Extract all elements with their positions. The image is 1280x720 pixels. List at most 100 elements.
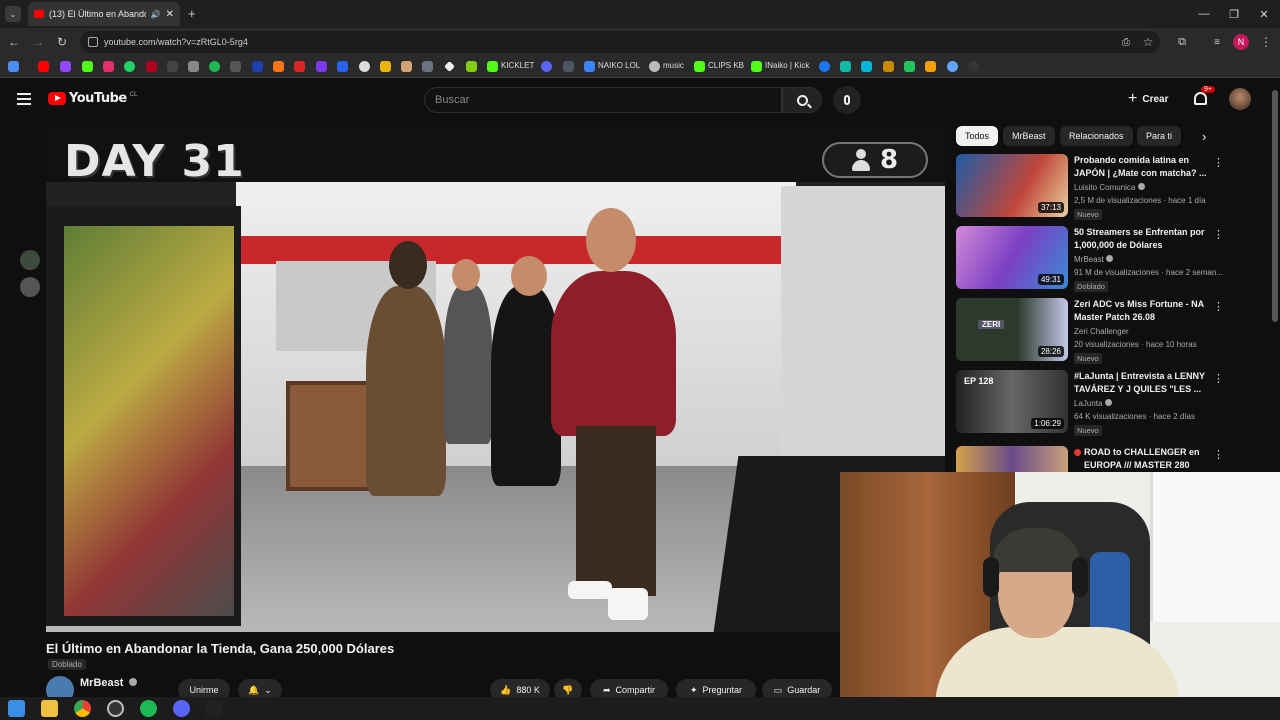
tab-close-icon[interactable]: ✕ bbox=[166, 9, 174, 20]
voice-search-button[interactable] bbox=[833, 86, 861, 114]
obs-icon[interactable] bbox=[107, 700, 124, 717]
windows-start-icon[interactable] bbox=[8, 700, 25, 717]
recommendation-title[interactable]: 50 Streamers se Enfrentan por 1,000,000 … bbox=[1074, 226, 1208, 252]
bookmark-discord-icon[interactable] bbox=[541, 61, 552, 72]
close-window-button[interactable]: ✕ bbox=[1248, 0, 1280, 28]
bookmark-kicklet-icon[interactable] bbox=[487, 61, 498, 72]
video-player[interactable]: DAY 31 8 bbox=[46, 126, 945, 632]
site-info-icon[interactable] bbox=[88, 37, 98, 47]
recommendation-title[interactable]: ROAD to CHALLENGER en EUROPA /// MASTER … bbox=[1074, 446, 1208, 472]
bookmark-red2-icon[interactable] bbox=[294, 61, 305, 72]
channel-name[interactable]: MrBeast bbox=[80, 677, 138, 689]
guide-menu-icon[interactable] bbox=[17, 93, 31, 105]
bookmark-orange-icon[interactable] bbox=[273, 61, 284, 72]
bookmark-naiko-lol[interactable]: NAIKO LOL bbox=[598, 61, 640, 70]
profile-avatar[interactable]: N bbox=[1233, 34, 1249, 50]
more-options-icon[interactable]: ⋮ bbox=[1213, 228, 1224, 241]
chip-mrbeast[interactable]: MrBeast bbox=[1003, 126, 1055, 146]
forward-button[interactable]: → bbox=[30, 34, 46, 50]
file-explorer-icon[interactable] bbox=[41, 700, 58, 717]
recommendation-channel[interactable]: Luisito Comunica bbox=[1074, 183, 1145, 192]
more-options-icon[interactable]: ⋮ bbox=[1213, 372, 1224, 385]
discord-icon[interactable] bbox=[173, 700, 190, 717]
bookmark-diamond-icon[interactable] bbox=[444, 61, 455, 72]
recommendation-item[interactable]: ROAD to CHALLENGER en EUROPA /// MASTER … bbox=[956, 446, 1224, 472]
bookmark-u-icon[interactable] bbox=[925, 61, 936, 72]
recommendation-item[interactable]: 49:31 50 Streamers se Enfrentan por 1,00… bbox=[956, 226, 1224, 292]
restore-button[interactable]: ❐ bbox=[1218, 0, 1250, 28]
account-avatar[interactable] bbox=[1229, 88, 1251, 110]
tab-list-button[interactable]: ⌄ bbox=[5, 6, 21, 22]
bookmark-inaiko-kick[interactable]: INaiko | Kick bbox=[765, 61, 809, 70]
chrome-icon[interactable] bbox=[74, 700, 91, 717]
video-thumbnail[interactable]: EP 128 1:06:29 bbox=[956, 370, 1068, 433]
bookmark-inaiko-icon[interactable] bbox=[751, 61, 762, 72]
app-icon[interactable] bbox=[206, 700, 223, 717]
back-button[interactable]: ← bbox=[6, 34, 22, 50]
notifications-button[interactable]: 9+ bbox=[1192, 86, 1215, 110]
new-tab-button[interactable]: + bbox=[188, 6, 196, 21]
minimize-button[interactable]: — bbox=[1188, 0, 1220, 28]
floating-avatar[interactable] bbox=[20, 250, 40, 270]
create-button[interactable]: + Crear bbox=[1128, 88, 1168, 110]
more-options-icon[interactable]: ⋮ bbox=[1213, 448, 1224, 461]
recommendation-channel[interactable]: LaJunta bbox=[1074, 399, 1112, 408]
bookmark-facebook-icon[interactable] bbox=[819, 61, 830, 72]
chip-for-you[interactable]: Para ti bbox=[1137, 126, 1182, 146]
bookmark-naiko-icon[interactable] bbox=[584, 61, 595, 72]
floating-avatar[interactable] bbox=[20, 277, 40, 297]
bookmark-twitch-icon[interactable] bbox=[60, 61, 71, 72]
url-field[interactable]: youtube.com/watch?v=zRtGL0-5rg4 bbox=[80, 31, 1160, 53]
recommendation-title[interactable]: Zeri ADC vs Miss Fortune - NA Master Pat… bbox=[1074, 298, 1208, 324]
install-app-icon[interactable]: ⎙ bbox=[1118, 34, 1134, 50]
bookmark-s-icon[interactable] bbox=[230, 61, 241, 72]
bookmark-youtube-icon[interactable] bbox=[38, 61, 49, 72]
bookmark-kick-icon[interactable] bbox=[82, 61, 93, 72]
bookmark-spotify-icon[interactable] bbox=[209, 61, 220, 72]
apps-grid-icon[interactable] bbox=[8, 61, 19, 72]
page-scrollbar[interactable] bbox=[1272, 90, 1278, 322]
bookmark-yellow-icon[interactable] bbox=[380, 61, 391, 72]
bookmark-globe-icon[interactable] bbox=[359, 61, 370, 72]
bookmark-star-icon[interactable]: ☆ bbox=[1140, 34, 1156, 50]
bookmark-whatsapp-icon[interactable] bbox=[124, 61, 135, 72]
bookmark-gray-icon[interactable] bbox=[422, 61, 433, 72]
bookmark-cat-icon[interactable] bbox=[401, 61, 412, 72]
bookmark-purple-icon[interactable] bbox=[316, 61, 327, 72]
tab-youtube-video[interactable]: (13) El Último en Abandonar 🔊 ✕ bbox=[28, 2, 180, 26]
browser-menu-icon[interactable]: ⋮ bbox=[1258, 34, 1274, 50]
recommendation-item[interactable]: EP 128 1:06:29 #LaJunta | Entrevista a L… bbox=[956, 370, 1224, 436]
bookmark-instagram-icon[interactable] bbox=[103, 61, 114, 72]
bookmark-x-icon[interactable] bbox=[167, 61, 178, 72]
video-thumbnail[interactable]: 37:13 bbox=[956, 154, 1068, 217]
bookmark-kicklet[interactable]: KICKLET bbox=[501, 61, 534, 70]
search-input[interactable]: Buscar bbox=[424, 87, 782, 113]
video-thumbnail[interactable]: ZERI 28:26 bbox=[956, 298, 1068, 361]
spotify-icon[interactable] bbox=[140, 700, 157, 717]
bookmark-blue-icon[interactable] bbox=[252, 61, 263, 72]
recommendation-item[interactable]: 37:13 Probando comida latina en JAPÓN | … bbox=[956, 154, 1224, 220]
recommendation-title[interactable]: Probando comida latina en JAPÓN | ¿Mate … bbox=[1074, 154, 1208, 180]
bookmark-music[interactable]: music bbox=[663, 61, 684, 70]
chip-all[interactable]: Todos bbox=[956, 126, 999, 146]
youtube-logo[interactable]: YouTube CL bbox=[48, 91, 137, 106]
recommendation-channel[interactable]: Zeri Challenger bbox=[1074, 327, 1129, 336]
bookmark-cyan-icon[interactable] bbox=[861, 61, 872, 72]
video-thumbnail[interactable] bbox=[956, 446, 1068, 472]
bookmark-music-icon[interactable] bbox=[188, 61, 199, 72]
more-options-icon[interactable]: ⋮ bbox=[1213, 156, 1224, 169]
search-button[interactable] bbox=[782, 87, 822, 113]
bookmark-clips-icon[interactable] bbox=[694, 61, 705, 72]
bookmark-teal-icon[interactable] bbox=[840, 61, 851, 72]
bookmark-sync-icon[interactable] bbox=[947, 61, 958, 72]
video-thumbnail[interactable]: 49:31 bbox=[956, 226, 1068, 289]
recommendation-channel[interactable]: MrBeast bbox=[1074, 255, 1114, 264]
reload-button[interactable]: ↻ bbox=[54, 34, 70, 50]
chip-related[interactable]: Relacionados bbox=[1060, 126, 1133, 146]
bookmark-shield-icon[interactable] bbox=[563, 61, 574, 72]
bookmark-clips-kb[interactable]: CLIPS KB bbox=[708, 61, 744, 70]
bookmark-search-icon[interactable] bbox=[337, 61, 348, 72]
speaker-icon[interactable]: 🔊 bbox=[151, 10, 161, 19]
recommendation-title[interactable]: #LaJunta | Entrevista a LENNY TAVÁREZ Y … bbox=[1074, 370, 1208, 396]
bookmark-red-icon[interactable] bbox=[146, 61, 157, 72]
